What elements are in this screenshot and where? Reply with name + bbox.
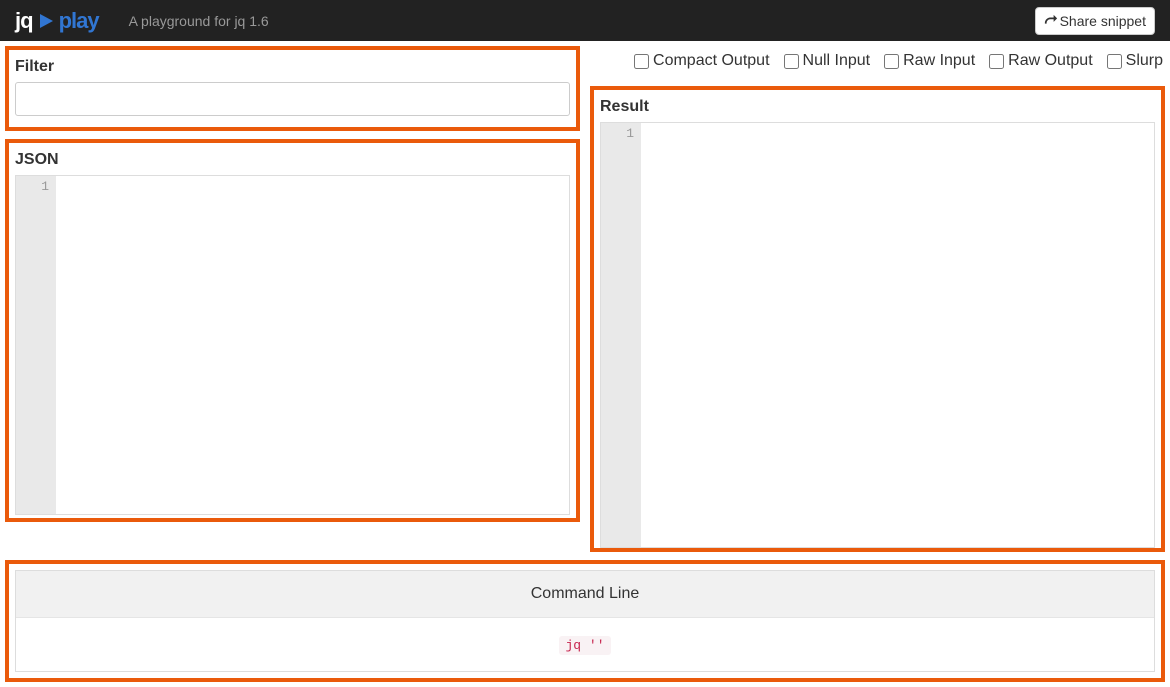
right-column: Compact Output Null Input Raw Input Raw …: [590, 46, 1165, 552]
option-label: Slurp: [1126, 52, 1163, 70]
result-editor-body: [641, 123, 1154, 547]
play-icon: [38, 13, 54, 29]
brand-play-text: play: [59, 8, 99, 34]
share-icon: [1044, 14, 1058, 28]
json-editor-body[interactable]: [56, 176, 569, 514]
option-slurp[interactable]: Slurp: [1107, 52, 1163, 70]
cli-title: Command Line: [16, 571, 1154, 618]
option-compact-output[interactable]: Compact Output: [634, 52, 770, 70]
option-label: Raw Input: [903, 52, 975, 70]
option-label: Compact Output: [653, 52, 770, 70]
brand-jq-text: jq: [15, 8, 33, 34]
option-label: Null Input: [803, 52, 871, 70]
checkbox-raw-input[interactable]: [884, 54, 899, 69]
option-raw-input[interactable]: Raw Input: [884, 52, 975, 70]
json-editor[interactable]: 1: [15, 175, 570, 515]
option-null-input[interactable]: Null Input: [784, 52, 871, 70]
cli-body: jq '': [16, 618, 1154, 671]
result-title: Result: [594, 90, 1161, 122]
checkbox-slurp[interactable]: [1107, 54, 1122, 69]
options-row: Compact Output Null Input Raw Input Raw …: [590, 46, 1165, 78]
filter-panel: Filter: [5, 46, 580, 131]
main: Filter JSON 1 Compact Output Null Input …: [0, 41, 1170, 552]
option-label: Raw Output: [1008, 52, 1092, 70]
brand[interactable]: jq play: [15, 8, 99, 34]
navbar: jq play A playground for jq 1.6 Share sn…: [0, 0, 1170, 41]
cli-command: jq '': [559, 636, 610, 655]
share-snippet-label: Share snippet: [1060, 13, 1146, 29]
cli-panel: Command Line jq '': [5, 560, 1165, 682]
checkbox-null-input[interactable]: [784, 54, 799, 69]
cli-inner: Command Line jq '': [15, 570, 1155, 672]
result-editor[interactable]: 1: [600, 122, 1155, 548]
json-gutter: 1: [16, 176, 56, 514]
filter-title: Filter: [9, 50, 576, 82]
checkbox-raw-output[interactable]: [989, 54, 1004, 69]
json-title: JSON: [9, 143, 576, 175]
navbar-left: jq play A playground for jq 1.6: [15, 8, 269, 34]
option-raw-output[interactable]: Raw Output: [989, 52, 1092, 70]
filter-input[interactable]: [15, 82, 570, 116]
checkbox-compact-output[interactable]: [634, 54, 649, 69]
result-gutter: 1: [601, 123, 641, 547]
json-panel: JSON 1: [5, 139, 580, 522]
tagline: A playground for jq 1.6: [129, 13, 269, 29]
result-panel: Result 1: [590, 86, 1165, 552]
cli-section: Command Line jq '': [0, 552, 1170, 687]
left-column: Filter JSON 1: [5, 46, 580, 552]
share-snippet-button[interactable]: Share snippet: [1035, 7, 1155, 35]
